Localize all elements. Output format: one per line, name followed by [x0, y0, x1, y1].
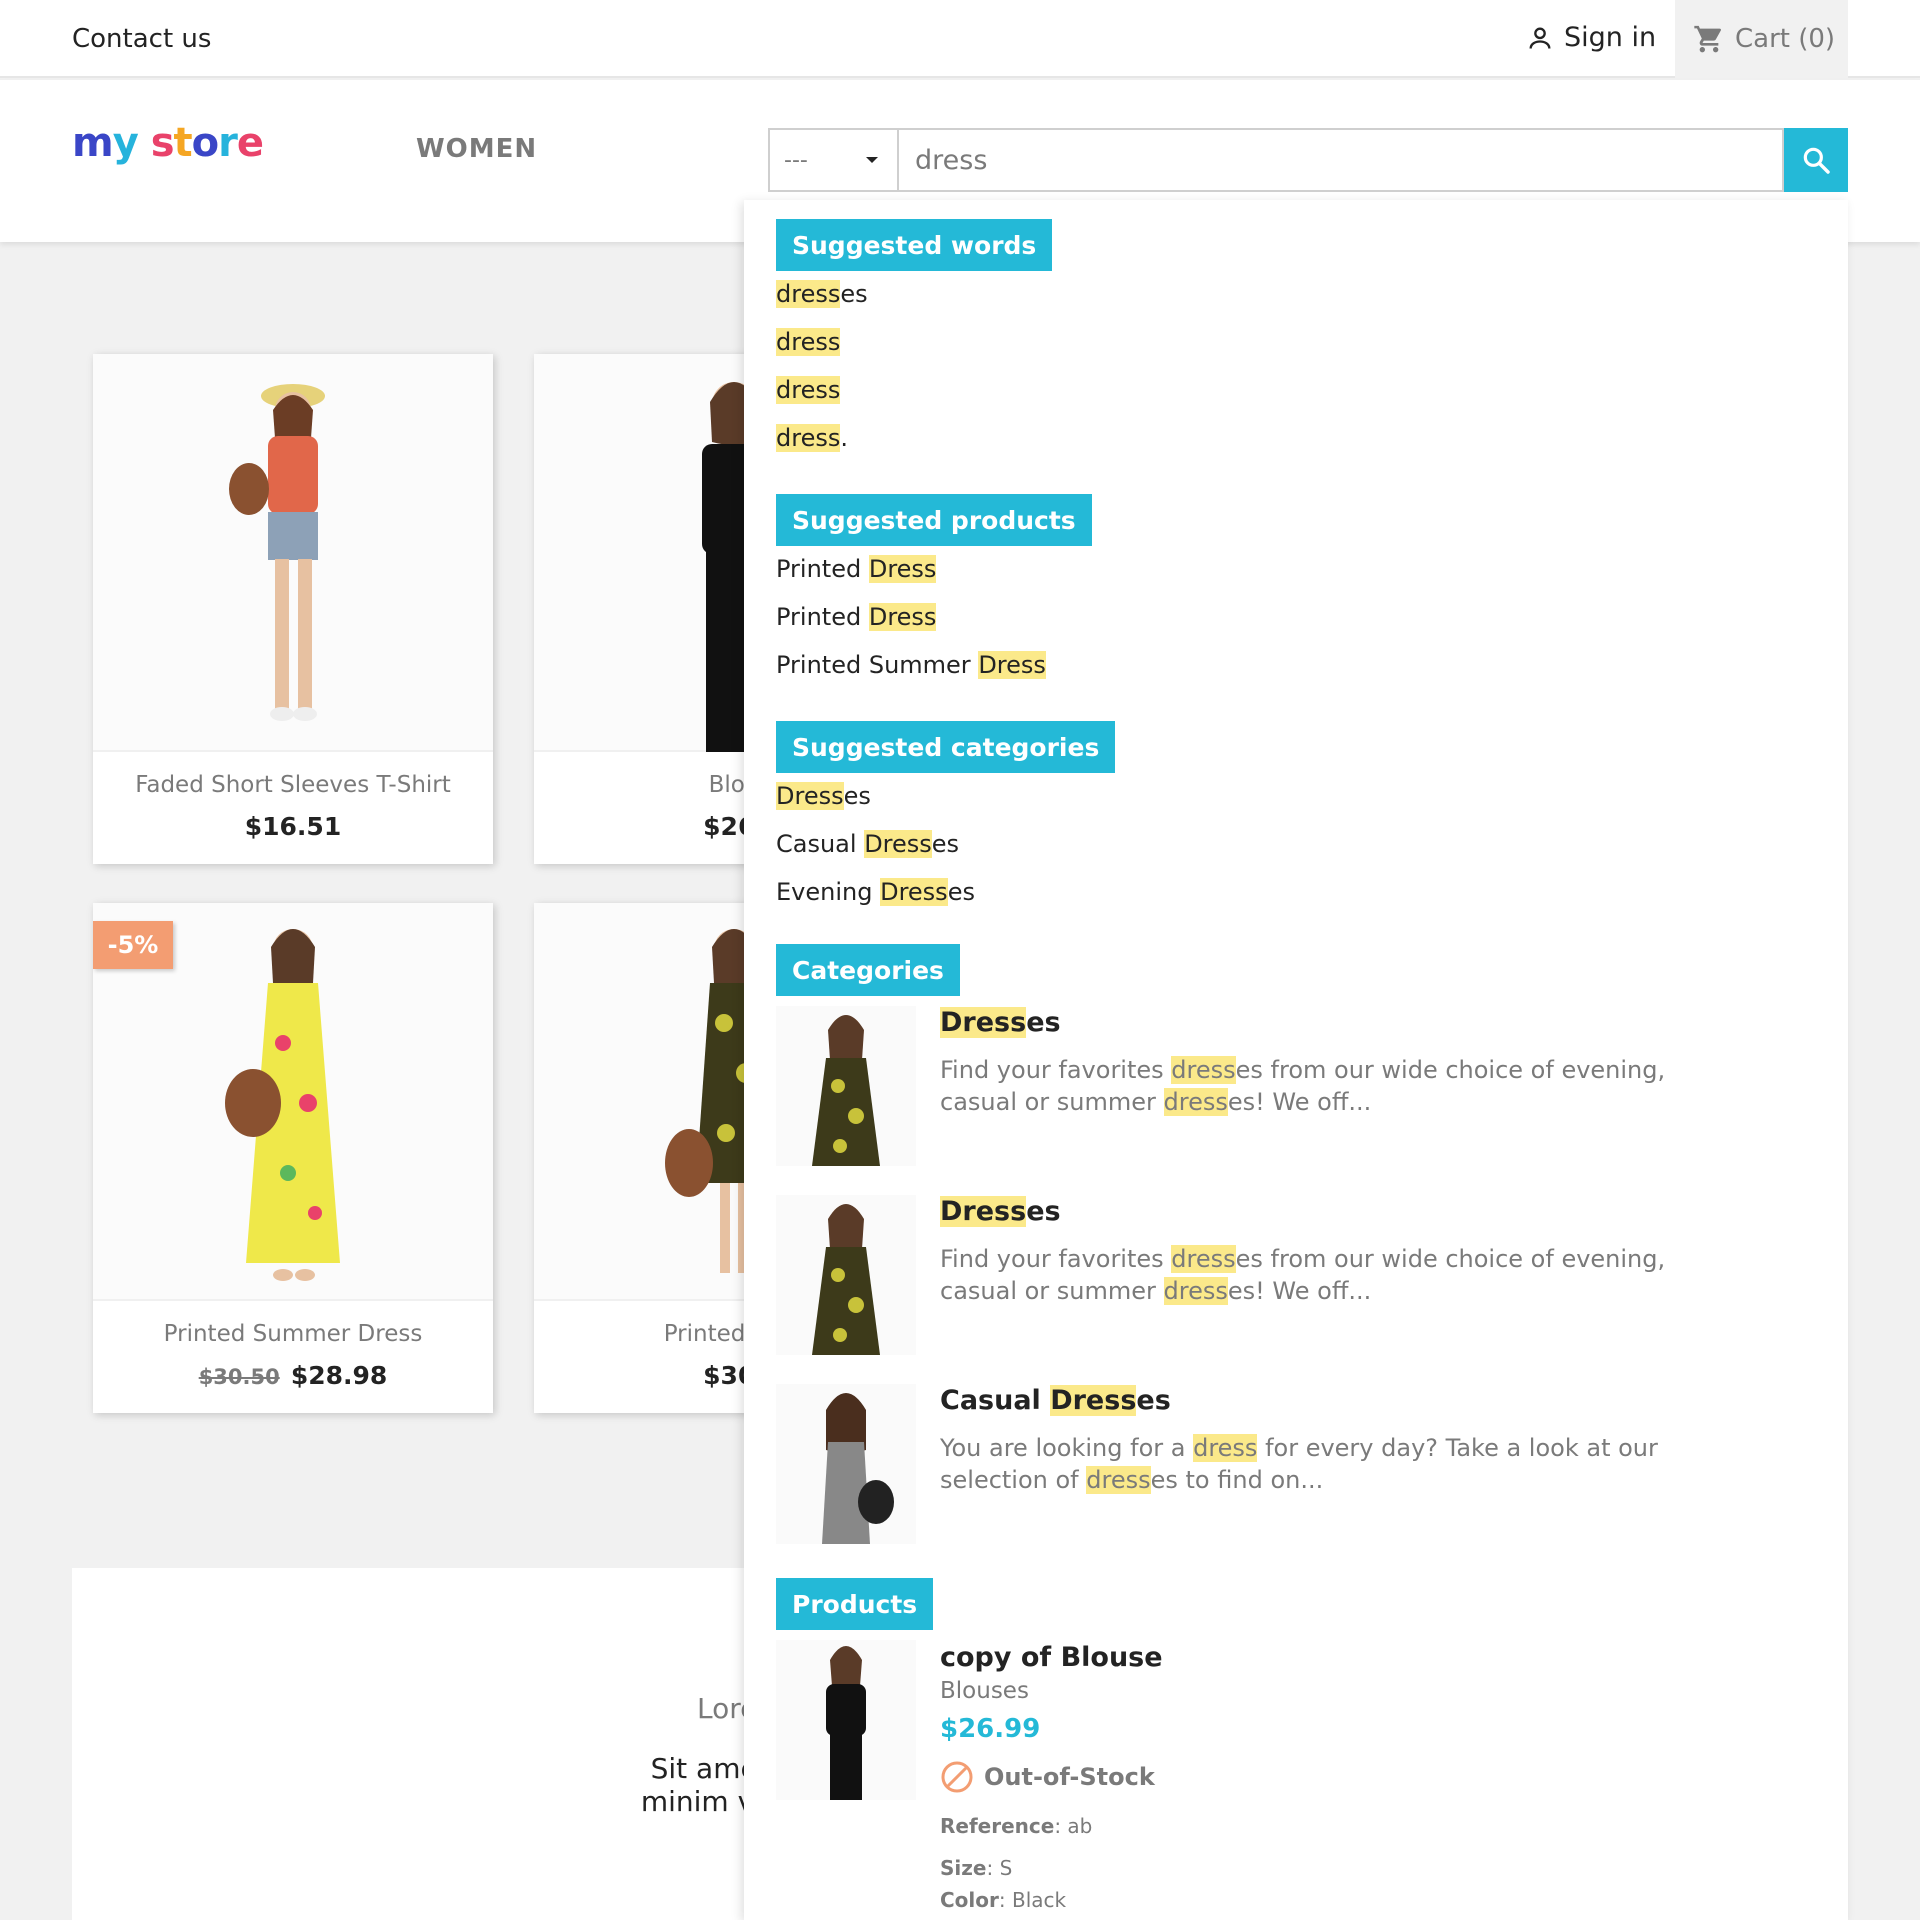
search-autocomplete-dropdown: Suggested words dresses dress dress dres…: [744, 200, 1848, 1920]
product-result-price: $26.99: [940, 1714, 1041, 1744]
shopping-cart-icon: [1694, 25, 1721, 53]
product-card[interactable]: -5% Printed Summer Dress $30.50 $28.98: [93, 903, 493, 1413]
suggested-category-item[interactable]: Evening Dresses: [776, 878, 975, 906]
category-description: You are looking for a dress for every da…: [940, 1434, 1658, 1494]
suggested-category-item[interactable]: Casual Dresses: [776, 830, 959, 858]
stock-status: Out-of-Stock: [940, 1760, 1155, 1794]
search-bar: ---: [768, 128, 1848, 192]
stock-label: Out-of-Stock: [984, 1763, 1155, 1791]
category-description: Find your favorites dresses from our wid…: [940, 1245, 1666, 1305]
product-color: Color: Black: [940, 1888, 1067, 1912]
sign-in-label: Sign in: [1564, 22, 1657, 53]
category-thumbnail[interactable]: [776, 1195, 916, 1355]
product-price: $28.98: [290, 1361, 388, 1390]
suggested-product-item[interactable]: Printed Dress: [776, 603, 937, 631]
product-result-name[interactable]: copy of Blouse: [940, 1642, 1163, 1673]
product-image[interactable]: [93, 354, 493, 752]
categories-heading: Categories: [776, 944, 960, 996]
suggested-word-item[interactable]: dresses: [776, 280, 868, 308]
top-nav-bar: Contact us Sign in Cart (0): [0, 0, 1920, 78]
suggested-product-item[interactable]: Printed Dress: [776, 555, 937, 583]
cart-label: Cart (0): [1735, 24, 1836, 54]
category-title[interactable]: Dresses: [940, 1196, 1061, 1227]
user-icon: [1529, 27, 1551, 49]
cart-button[interactable]: Cart (0): [1675, 0, 1848, 78]
suggested-product-item[interactable]: Printed Summer Dress: [776, 651, 1046, 679]
category-thumbnail[interactable]: [776, 1006, 916, 1166]
products-heading: Products: [776, 1578, 934, 1630]
category-thumbnail[interactable]: [776, 1384, 916, 1544]
suggested-category-item[interactable]: Dresses: [776, 782, 871, 810]
product-name[interactable]: Faded Short Sleeves T-Shirt: [93, 772, 493, 798]
caret-down-icon: [866, 157, 878, 163]
category-title[interactable]: Dresses: [940, 1007, 1061, 1038]
search-input[interactable]: [897, 128, 1784, 192]
suggested-word-item[interactable]: dress.: [776, 424, 848, 452]
search-category-value: ---: [784, 147, 808, 173]
contact-us-link[interactable]: Contact us: [72, 24, 211, 54]
suggested-word-item[interactable]: dress: [776, 328, 841, 356]
product-card[interactable]: Faded Short Sleeves T-Shirt $16.51: [93, 354, 493, 864]
out-of-stock-icon: [941, 1761, 973, 1793]
category-title[interactable]: Casual Dresses: [940, 1385, 1171, 1416]
product-price: $16.51: [244, 812, 342, 841]
search-button[interactable]: [1784, 128, 1848, 192]
suggested-words-heading: Suggested words: [776, 219, 1053, 271]
product-old-price: $30.50: [198, 1365, 280, 1389]
suggested-products-heading: Suggested products: [776, 494, 1092, 546]
search-icon: [1803, 147, 1830, 174]
discount-badge: -5%: [93, 921, 173, 969]
suggested-word-item[interactable]: dress: [776, 376, 841, 404]
sign-in-link[interactable]: Sign in: [1526, 22, 1656, 53]
store-logo[interactable]: my store: [72, 120, 264, 166]
product-result-category: Blouses: [940, 1678, 1029, 1704]
suggested-categories-heading: Suggested categories: [776, 721, 1116, 773]
nav-women-link[interactable]: WOMEN: [416, 134, 537, 164]
product-reference: Reference: ab: [940, 1814, 1093, 1838]
search-category-select[interactable]: ---: [768, 128, 897, 192]
product-name[interactable]: Printed Summer Dress: [93, 1321, 493, 1347]
product-size: Size: S: [940, 1856, 1013, 1880]
category-description: Find your favorites dresses from our wid…: [940, 1056, 1666, 1116]
product-thumbnail[interactable]: [776, 1640, 916, 1800]
